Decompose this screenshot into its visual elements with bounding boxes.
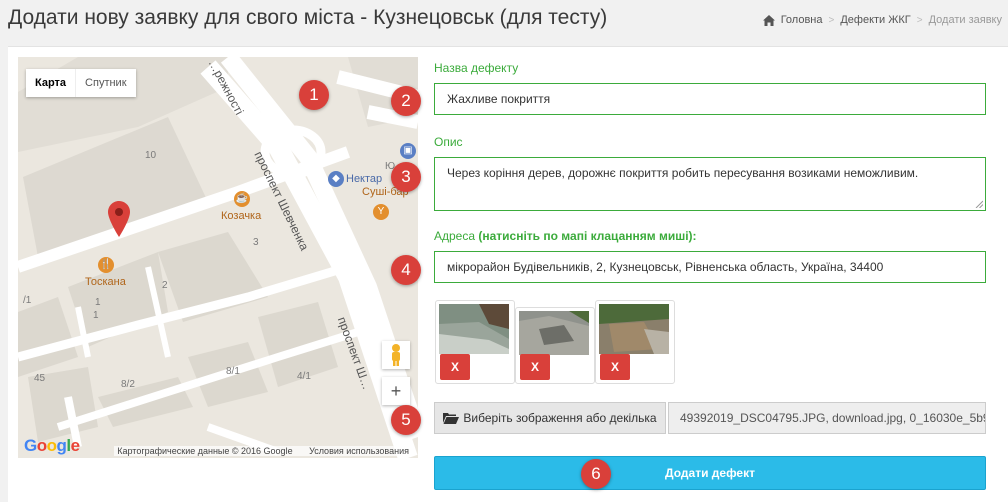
map-type-map-button[interactable]: Карта bbox=[26, 69, 75, 97]
bag-icon[interactable]: ▣ bbox=[400, 143, 416, 159]
shop-icon[interactable]: ◆ bbox=[328, 171, 344, 187]
house-number: 4/1 bbox=[297, 371, 311, 382]
map-credits-text: Картографические данные © 2016 Google bbox=[117, 446, 293, 456]
house-number: 1 bbox=[95, 297, 101, 308]
poi-label-kozachka[interactable]: Козачка bbox=[221, 210, 261, 222]
poi-label-toskana[interactable]: Тоскана bbox=[85, 276, 126, 288]
annotation-badge-5: 5 bbox=[391, 405, 421, 435]
annotation-badge-1: 1 bbox=[299, 80, 329, 110]
location-marker-icon[interactable] bbox=[108, 201, 130, 237]
image-thumbnail: X bbox=[595, 300, 675, 384]
delete-image-button[interactable]: X bbox=[600, 354, 630, 380]
annotation-badge-3: 3 bbox=[391, 162, 421, 192]
map-type-toggle: Карта Спутник bbox=[26, 69, 136, 97]
address-label-row: Адреса (натисніть по мапі клацанням миші… bbox=[434, 229, 697, 243]
annotation-badge-4: 4 bbox=[391, 255, 421, 285]
choose-images-label: Виберіть зображення або декілька bbox=[463, 411, 657, 425]
house-number: 45 bbox=[34, 373, 46, 384]
resize-grip-icon[interactable] bbox=[975, 200, 983, 208]
breadcrumb-separator-icon: > bbox=[916, 14, 923, 26]
house-number: /1 bbox=[23, 295, 32, 306]
uploaded-photo-2 bbox=[519, 311, 589, 355]
address-hint: (натисніть по мапі клацанням миші): bbox=[478, 229, 697, 243]
bar-icon[interactable]: Y bbox=[373, 204, 389, 220]
title-label: Назва дефекту bbox=[434, 61, 519, 75]
breadcrumb-defects[interactable]: Дефекти ЖКГ bbox=[840, 14, 910, 26]
map-footer: Google Картографические данные © 2016 Go… bbox=[18, 436, 418, 458]
map-type-satellite-button[interactable]: Спутник bbox=[75, 69, 135, 97]
cafe-icon[interactable]: ☕ bbox=[234, 191, 250, 207]
breadcrumb-current: Додати заявку bbox=[928, 14, 1002, 26]
description-textarea[interactable]: Через коріння дерев, дорожнє покриття ро… bbox=[434, 157, 986, 211]
house-number: 8/2 bbox=[121, 379, 135, 390]
map-terms-link[interactable]: Условия использования bbox=[309, 446, 409, 456]
map[interactable]: Карта Спутник …режності проспект Шевченк… bbox=[18, 57, 418, 458]
restaurant-icon[interactable]: 🍴 bbox=[98, 257, 114, 273]
map-credits: Картографические данные © 2016 Google Ус… bbox=[114, 446, 412, 456]
address-input[interactable]: мікрорайон Будівельників, 2, Кузнецовськ… bbox=[434, 251, 986, 283]
map-base bbox=[18, 57, 418, 458]
selected-files-field: 49392019_DSC04795.JPG, download.jpg, 0_1… bbox=[668, 402, 986, 434]
uploaded-photo-1 bbox=[439, 304, 509, 354]
annotation-badge-6: 6 bbox=[581, 459, 611, 489]
page-title: Додати нову заявку для свого міста - Куз… bbox=[8, 6, 608, 29]
delete-image-button[interactable]: X bbox=[520, 354, 550, 380]
breadcrumb: Головна > Дефекти ЖКГ > Додати заявку bbox=[762, 14, 1002, 26]
zoom-in-button[interactable]: + bbox=[382, 377, 410, 405]
house-number: 2 bbox=[162, 280, 168, 291]
house-number: 3 bbox=[253, 237, 259, 248]
uploaded-photo-3 bbox=[599, 304, 669, 354]
house-number: 1 bbox=[93, 310, 99, 321]
poi-label-nektar[interactable]: Нектар bbox=[346, 173, 382, 185]
image-thumbnail: X bbox=[515, 307, 595, 384]
add-defect-button[interactable]: Додати дефект bbox=[434, 456, 986, 490]
annotation-badge-2: 2 bbox=[391, 86, 421, 116]
home-icon bbox=[762, 14, 775, 26]
breadcrumb-separator-icon: > bbox=[828, 14, 835, 26]
street-view-pegman-icon[interactable] bbox=[382, 341, 410, 369]
house-number: 8/1 bbox=[226, 366, 240, 377]
folder-open-icon bbox=[443, 413, 460, 424]
description-text: Через коріння дерев, дорожнє покриття ро… bbox=[447, 166, 919, 180]
delete-image-button[interactable]: X bbox=[440, 354, 470, 380]
house-number: 10 bbox=[145, 150, 157, 161]
choose-images-button[interactable]: Виберіть зображення або декілька bbox=[434, 402, 666, 434]
address-label: Адреса bbox=[434, 229, 476, 243]
description-label: Опис bbox=[434, 135, 463, 149]
title-input[interactable]: Жахливе покриття bbox=[434, 83, 986, 115]
google-logo: Google bbox=[24, 436, 80, 455]
breadcrumb-home[interactable]: Головна bbox=[781, 14, 823, 26]
image-thumbnail: X bbox=[435, 300, 515, 384]
